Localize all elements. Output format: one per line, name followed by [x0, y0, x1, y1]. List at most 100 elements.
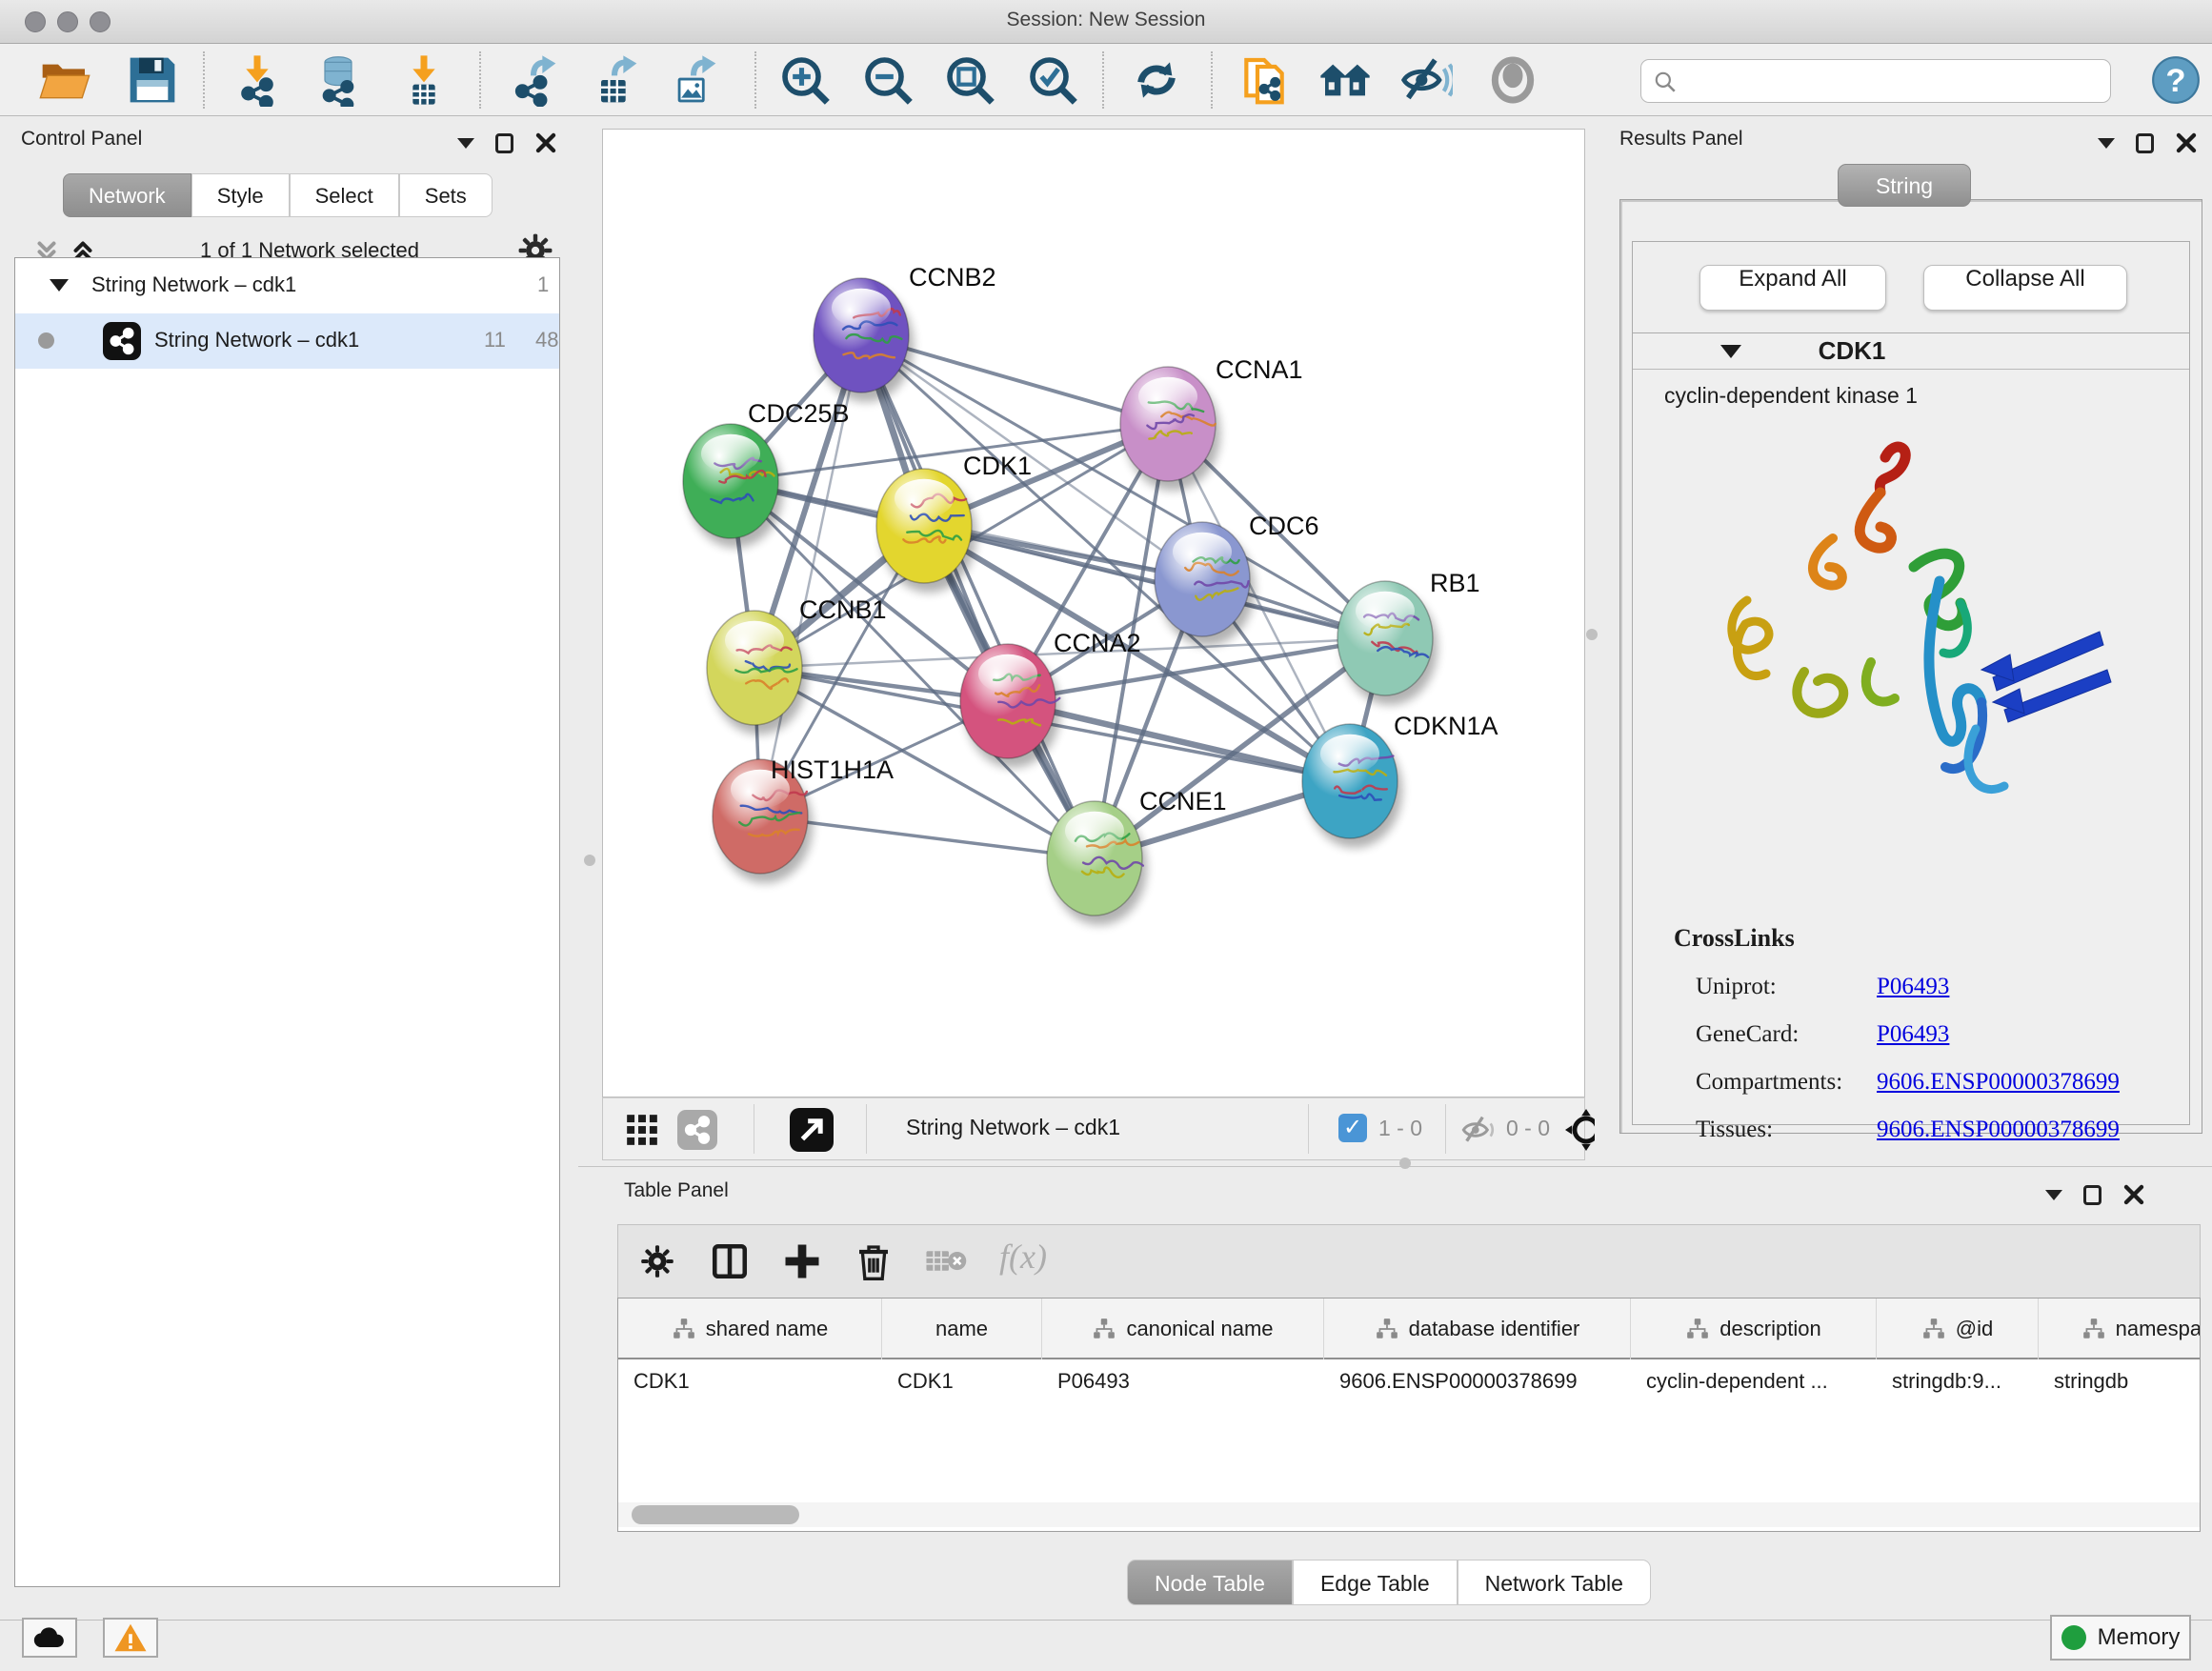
- zoom-fit-icon[interactable]: [943, 53, 996, 107]
- selected-count-checkbox[interactable]: ✓: [1338, 1114, 1367, 1142]
- crosslink-link[interactable]: P06493: [1877, 1021, 1949, 1048]
- table-cell[interactable]: 9606.ENSP00000378699: [1324, 1359, 1631, 1403]
- network-node-CDC6[interactable]: CDC6: [1155, 512, 1319, 646]
- float-menu-icon[interactable]: [457, 138, 474, 149]
- expand-all-button[interactable]: Expand All: [1699, 265, 1886, 311]
- grid-view-icon[interactable]: [624, 1112, 660, 1148]
- export-network-icon[interactable]: [507, 53, 560, 107]
- close-panel-icon[interactable]: [2122, 1183, 2145, 1206]
- delete-column-trash-icon[interactable]: [855, 1240, 893, 1282]
- float-window-icon[interactable]: [495, 133, 513, 153]
- network-node-CDKN1A[interactable]: CDKN1A: [1302, 712, 1498, 848]
- table-cell[interactable]: stringdb:9...: [1877, 1359, 2039, 1403]
- table-header-row: shared namenamecanonical namedatabase id…: [618, 1299, 2200, 1359]
- float-menu-icon[interactable]: [2098, 138, 2115, 149]
- crosslink-link[interactable]: P06493: [1877, 974, 1949, 1000]
- horizontal-scrollbar[interactable]: [618, 1502, 2200, 1527]
- column-header-3[interactable]: database identifier: [1324, 1299, 1631, 1359]
- close-panel-icon[interactable]: [2175, 131, 2198, 154]
- table-cell[interactable]: CDK1: [618, 1359, 882, 1403]
- import-network-icon[interactable]: [231, 53, 284, 107]
- network-node-CCNB2[interactable]: CCNB2: [814, 263, 996, 402]
- help-button[interactable]: ?: [2151, 55, 2204, 109]
- new-network-from-selection-icon[interactable]: [1237, 53, 1291, 107]
- column-header-5[interactable]: @id: [1877, 1299, 2039, 1359]
- gene-section: CDK1 cyclin-dependent kinase 1: [1632, 332, 2190, 1125]
- tab-select[interactable]: Select: [290, 173, 399, 217]
- network-node-RB1[interactable]: RB1: [1337, 569, 1480, 705]
- collection-expander-icon[interactable]: [50, 279, 69, 292]
- add-column-icon[interactable]: [782, 1241, 822, 1281]
- first-neighbors-icon[interactable]: [1318, 53, 1372, 107]
- string-view-icon[interactable]: [677, 1110, 717, 1150]
- float-window-icon[interactable]: [2083, 1185, 2101, 1205]
- warnings-button[interactable]: [103, 1618, 158, 1658]
- save-session-icon[interactable]: [126, 53, 179, 107]
- tab-sets[interactable]: Sets: [399, 173, 493, 217]
- collapse-all-button[interactable]: Collapse All: [1923, 265, 2127, 311]
- hide-selected-icon[interactable]: [1399, 53, 1453, 107]
- table-cell[interactable]: cyclin-dependent ...: [1631, 1359, 1877, 1403]
- node-label-CDK1: CDK1: [963, 452, 1032, 480]
- network-node-CDC25B[interactable]: CDC25B: [683, 399, 850, 548]
- search-input[interactable]: [1640, 59, 2111, 103]
- crosslink-link[interactable]: 9606.ENSP00000378699: [1877, 1117, 2120, 1143]
- column-header-0[interactable]: shared name: [618, 1299, 882, 1359]
- network-collection-row[interactable]: String Network – cdk1 1: [15, 258, 559, 313]
- vertical-splitter-handle[interactable]: [1586, 629, 1598, 640]
- export-image-icon[interactable]: [667, 53, 720, 107]
- export-table-icon[interactable]: [588, 53, 641, 107]
- column-type-icon: [2081, 1318, 2106, 1340]
- network-node-CCNA1[interactable]: CCNA1: [1120, 355, 1303, 491]
- results-tab-string[interactable]: String: [1838, 164, 1971, 207]
- network-view-panel: CCNB2CCNA1CDC25BCDK1CDC6RB1CCNB1CCNA2CDK…: [578, 116, 1595, 1166]
- column-header-6[interactable]: namespace: [2039, 1299, 2201, 1359]
- tab-style[interactable]: Style: [191, 173, 290, 217]
- crosslink-link[interactable]: 9606.ENSP00000378699: [1877, 1069, 2120, 1096]
- show-columns-icon[interactable]: [710, 1241, 750, 1281]
- refresh-icon[interactable]: [1130, 53, 1183, 107]
- network-edge[interactable]: [861, 335, 1095, 858]
- tab-network-table[interactable]: Network Table: [1458, 1560, 1651, 1605]
- zoom-in-icon[interactable]: [778, 53, 832, 107]
- memory-button[interactable]: Memory: [2050, 1615, 2191, 1661]
- float-menu-icon[interactable]: [2045, 1190, 2062, 1200]
- column-header-2[interactable]: canonical name: [1042, 1299, 1324, 1359]
- zoom-selected-icon[interactable]: [1026, 53, 1079, 107]
- horizontal-splitter-handle[interactable]: [1399, 1158, 1411, 1169]
- network-node-HIST1H1A[interactable]: HIST1H1A: [713, 755, 894, 883]
- network-node-CDK1[interactable]: CDK1: [876, 452, 1032, 593]
- import-network-from-database-icon[interactable]: [312, 53, 365, 107]
- birds-eye-view-icon[interactable]: [790, 1108, 834, 1152]
- network-canvas[interactable]: CCNB2CCNA1CDC25BCDK1CDC6RB1CCNB1CCNA2CDK…: [602, 129, 1585, 1097]
- network-row[interactable]: String Network – cdk1 11 48: [15, 313, 559, 369]
- import-table-icon[interactable]: [397, 53, 451, 107]
- show-all-icon[interactable]: [1486, 53, 1539, 107]
- table-row[interactable]: CDK1CDK1P064939606.ENSP00000378699cyclin…: [618, 1359, 2200, 1403]
- network-node-CCNB1[interactable]: CCNB1: [707, 595, 887, 735]
- gene-section-header[interactable]: CDK1: [1633, 333, 2189, 370]
- delete-table-icon[interactable]: [925, 1248, 967, 1277]
- section-expander-icon[interactable]: [1720, 345, 1741, 358]
- float-window-icon[interactable]: [2136, 133, 2154, 153]
- table-cell[interactable]: CDK1: [882, 1359, 1042, 1403]
- open-session-icon[interactable]: [38, 53, 91, 107]
- function-builder-icon[interactable]: f(x): [999, 1237, 1047, 1277]
- cloud-status-button[interactable]: [22, 1618, 77, 1658]
- network-node-CCNE1[interactable]: CCNE1: [1047, 787, 1227, 925]
- zoom-out-icon[interactable]: [861, 53, 915, 107]
- vertical-splitter-handle[interactable]: [584, 855, 595, 866]
- tab-network[interactable]: Network: [63, 173, 191, 217]
- tab-edge-table[interactable]: Edge Table: [1293, 1560, 1458, 1605]
- table-settings-gear-icon[interactable]: [639, 1243, 675, 1279]
- table-cell[interactable]: stringdb: [2039, 1359, 2201, 1403]
- tab-node-table[interactable]: Node Table: [1127, 1560, 1293, 1605]
- column-header-4[interactable]: description: [1631, 1299, 1877, 1359]
- memory-status-dot: [2061, 1625, 2086, 1650]
- crosslink-row: Uniprot:P06493: [1674, 974, 2169, 1000]
- column-header-1[interactable]: name: [882, 1299, 1042, 1359]
- scrollbar-thumb[interactable]: [632, 1505, 799, 1524]
- table-cell[interactable]: P06493: [1042, 1359, 1324, 1403]
- close-panel-icon[interactable]: [534, 131, 557, 154]
- network-graph[interactable]: CCNB2CCNA1CDC25BCDK1CDC6RB1CCNB1CCNA2CDK…: [603, 130, 1586, 1098]
